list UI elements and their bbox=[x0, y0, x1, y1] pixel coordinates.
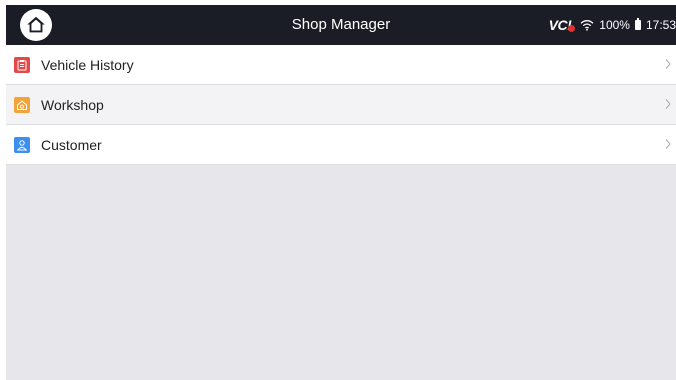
home-icon bbox=[27, 16, 45, 33]
top-bar: Shop Manager VC! 100% 17:53 bbox=[6, 5, 676, 45]
battery-percent: 100% bbox=[599, 18, 630, 32]
person-icon bbox=[14, 136, 30, 153]
wifi-icon bbox=[580, 19, 594, 31]
menu-item-customer[interactable]: Customer bbox=[6, 125, 676, 165]
menu-item-label: Vehicle History bbox=[41, 56, 134, 73]
clock: 17:53 bbox=[645, 18, 676, 32]
app-screen: Shop Manager VC! 100% 17:53 bbox=[6, 5, 676, 380]
chevron-right-icon bbox=[664, 58, 672, 70]
menu-item-workshop[interactable]: Workshop bbox=[6, 85, 676, 125]
menu-item-label: Customer bbox=[41, 136, 102, 153]
menu-list: Vehicle History Workshop Customer bbox=[6, 45, 676, 165]
vci-label: VC bbox=[548, 17, 568, 33]
menu-item-label: Workshop bbox=[41, 96, 104, 113]
menu-item-vehicle-history[interactable]: Vehicle History bbox=[6, 45, 676, 85]
vci-indicator: VC! bbox=[548, 17, 576, 33]
chevron-right-icon bbox=[664, 138, 672, 150]
workshop-icon bbox=[14, 96, 30, 113]
vci-status-dot bbox=[568, 25, 576, 32]
home-button[interactable] bbox=[20, 9, 52, 41]
clipboard-icon bbox=[14, 56, 30, 73]
chevron-right-icon bbox=[664, 98, 672, 110]
battery-icon bbox=[634, 18, 641, 30]
status-bar: VC! 100% 17:53 bbox=[549, 5, 676, 45]
